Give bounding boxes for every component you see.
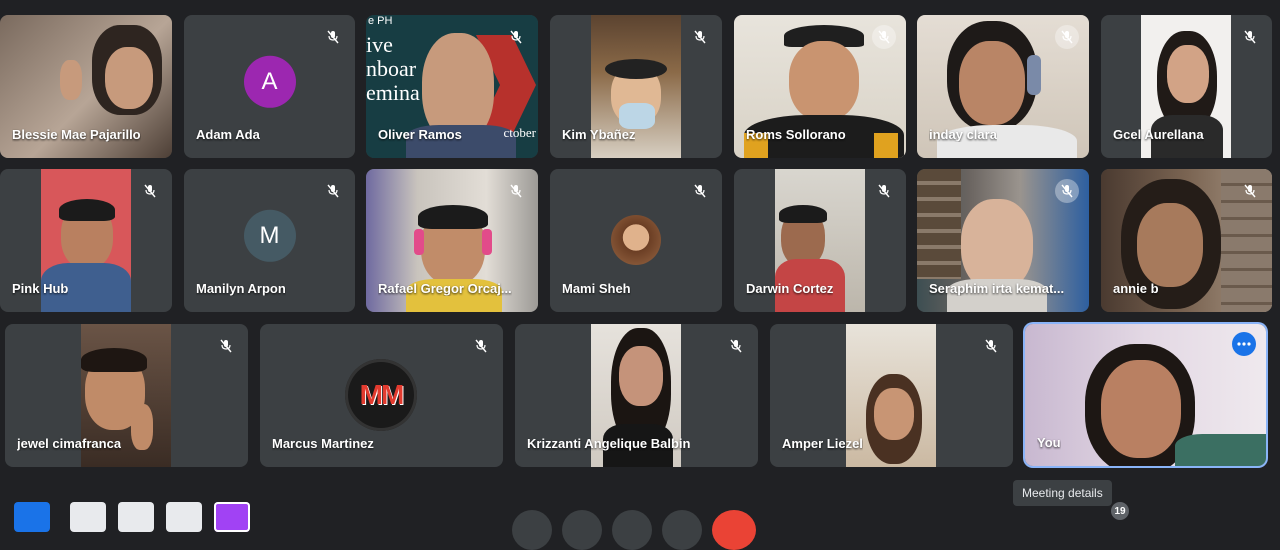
- participant-name: inday clara: [929, 127, 997, 142]
- participant-tile[interactable]: M Manilyn Arpon: [184, 169, 355, 312]
- control-button[interactable]: [70, 502, 106, 532]
- mic-off-icon: [872, 25, 896, 49]
- participant-name: Seraphim irta kemat...: [929, 281, 1065, 296]
- end-call-button[interactable]: [712, 510, 756, 550]
- participant-name: Oliver Ramos: [378, 127, 462, 142]
- captions-button[interactable]: [612, 510, 652, 550]
- mic-off-icon: [1238, 179, 1262, 203]
- participant-name: Kim Ybañez: [562, 127, 636, 142]
- self-tile[interactable]: You: [1025, 324, 1266, 466]
- more-options-button[interactable]: [662, 510, 702, 550]
- participant-tile[interactable]: Roms Sollorano: [734, 15, 906, 158]
- participant-tile[interactable]: jewel cimafranca: [5, 324, 248, 467]
- control-button[interactable]: [214, 502, 250, 532]
- logo: MM: [345, 359, 417, 431]
- participant-name: Manilyn Arpon: [196, 281, 286, 296]
- mic-off-icon: [321, 25, 345, 49]
- backdrop-text: e PH: [368, 15, 393, 27]
- participant-name: Pink Hub: [12, 281, 69, 296]
- participant-tile[interactable]: Rafael Gregor Orcaj...: [366, 169, 538, 312]
- participant-tile[interactable]: Seraphim irta kemat...: [917, 169, 1089, 312]
- mic-toggle-button[interactable]: [512, 510, 552, 550]
- participant-tile[interactable]: Amper Liezel: [770, 324, 1013, 467]
- more-options-icon[interactable]: [1232, 332, 1256, 356]
- participant-name: Roms Sollorano: [746, 127, 846, 142]
- mic-off-icon: [504, 179, 528, 203]
- mic-off-icon: [979, 334, 1003, 358]
- participant-tile[interactable]: Krizzanti Angelique Balbin: [515, 324, 758, 467]
- mic-off-icon: [214, 334, 238, 358]
- mic-off-icon: [504, 25, 528, 49]
- mic-off-icon: [1055, 25, 1079, 49]
- backdrop-text: ive nboar emina: [366, 32, 420, 105]
- participant-name: Adam Ada: [196, 127, 260, 142]
- mic-off-icon: [469, 334, 493, 358]
- participant-tile[interactable]: e PH ive nboar emina ctober Oliver Ramos: [366, 15, 538, 158]
- avatar: [611, 215, 661, 265]
- mic-off-icon: [872, 179, 896, 203]
- participant-name: annie b: [1113, 281, 1159, 296]
- participant-tile[interactable]: inday clara: [917, 15, 1089, 158]
- control-button[interactable]: [118, 502, 154, 532]
- participant-tile[interactable]: Kim Ybañez: [550, 15, 722, 158]
- participant-name: jewel cimafranca: [17, 436, 122, 451]
- participant-tile[interactable]: Pink Hub: [0, 169, 172, 312]
- mic-off-icon: [1055, 179, 1079, 203]
- backdrop-text: ctober: [503, 125, 536, 140]
- participant-name: Darwin Cortez: [746, 281, 834, 296]
- participant-tile[interactable]: Mami Sheh: [550, 169, 722, 312]
- participant-tile[interactable]: MM Marcus Martinez: [260, 324, 503, 467]
- avatar: A: [243, 55, 296, 108]
- participant-name: Mami Sheh: [562, 281, 631, 296]
- participant-name: Blessie Mae Pajarillo: [12, 127, 141, 142]
- participant-tile[interactable]: Gcel Aurellana: [1101, 15, 1272, 158]
- mic-off-icon: [321, 179, 345, 203]
- participant-tile[interactable]: Blessie Mae Pajarillo: [0, 15, 172, 158]
- participant-name: Marcus Martinez: [272, 436, 374, 451]
- mic-off-icon: [724, 334, 748, 358]
- camera-toggle-button[interactable]: [562, 510, 602, 550]
- participant-tile[interactable]: A Adam Ada: [184, 15, 355, 158]
- control-button[interactable]: [166, 502, 202, 532]
- participant-tile[interactable]: Darwin Cortez: [734, 169, 906, 312]
- participant-name: Gcel Aurellana: [1113, 127, 1204, 142]
- video-feed: [1025, 324, 1266, 466]
- mic-off-icon: [688, 25, 712, 49]
- participant-count-badge: 19: [1111, 502, 1129, 520]
- control-button[interactable]: [14, 502, 50, 532]
- mic-off-icon: [688, 179, 712, 203]
- logo-text: MM: [359, 379, 405, 410]
- participant-tile[interactable]: annie b: [1101, 169, 1272, 312]
- participant-name: Rafael Gregor Orcaj...: [378, 281, 512, 296]
- mic-off-icon: [1238, 25, 1262, 49]
- mic-off-icon: [138, 179, 162, 203]
- participant-name: Amper Liezel: [782, 436, 863, 451]
- avatar: M: [243, 209, 296, 262]
- meeting-details-tooltip: Meeting details: [1013, 480, 1112, 506]
- participant-name: Krizzanti Angelique Balbin: [527, 436, 691, 451]
- participant-name: You: [1037, 435, 1061, 450]
